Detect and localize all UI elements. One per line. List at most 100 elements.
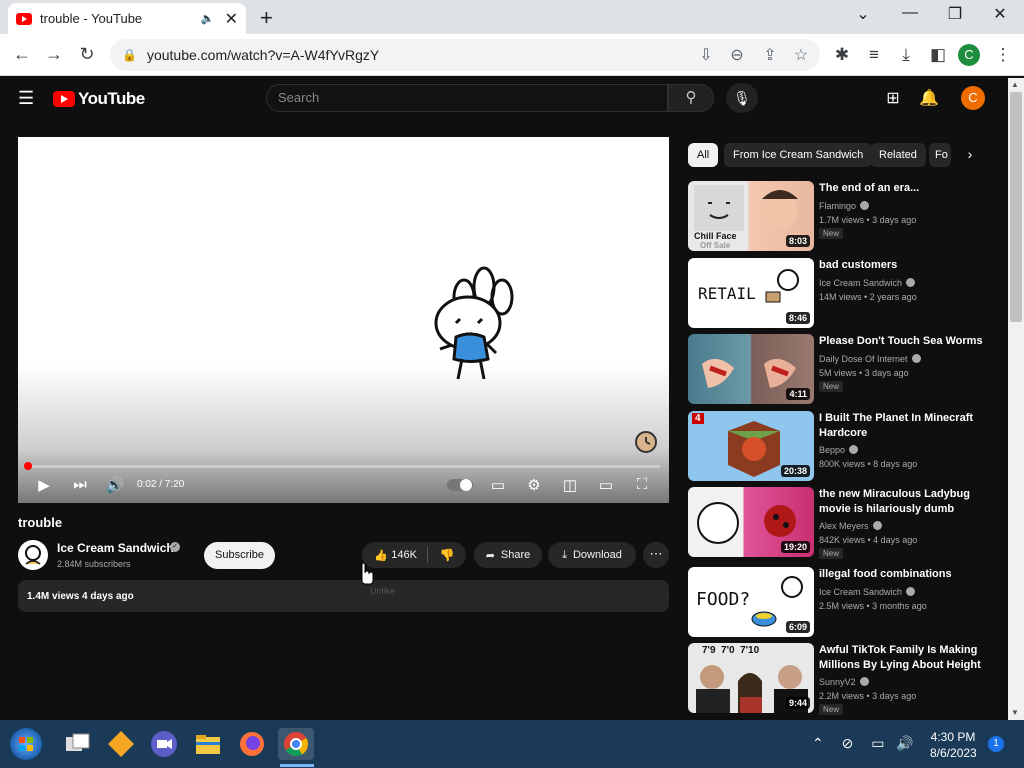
video-thumbnail[interactable]: 4:11 — [688, 334, 814, 404]
subtitles-icon[interactable]: ▭ — [486, 476, 510, 494]
video-thumbnail[interactable]: FOOD? 6:09 — [688, 567, 814, 637]
video-thumbnail[interactable]: Chill Face Off Sale 8:03 — [688, 181, 814, 251]
extensions-icon[interactable]: ✱ — [831, 45, 853, 65]
download-button[interactable]: ⤓ Download — [548, 542, 636, 568]
scroll-up-arrow-icon[interactable]: ▲ — [1011, 80, 1019, 89]
share-page-icon[interactable]: ⇪ — [760, 45, 780, 65]
recommendation-title[interactable]: illegal food combinations — [819, 567, 984, 582]
close-tab-icon[interactable]: ✕ — [225, 9, 238, 29]
chip-all[interactable]: All — [688, 143, 719, 167]
youtube-logo[interactable]: YouTube — [53, 89, 145, 109]
speaker-icon[interactable]: 🔊 — [896, 735, 913, 751]
media-control-icon[interactable]: ≡ — [863, 45, 885, 65]
notification-count-badge[interactable]: 1 — [988, 736, 1004, 752]
video-scrubber-handle[interactable] — [24, 462, 32, 470]
recommendation-item[interactable]: Chill Face Off Sale 8:03 The end of an e… — [688, 181, 998, 253]
recommendation-channel[interactable]: Ice Cream Sandwich — [819, 587, 916, 597]
miniplayer-icon[interactable]: ◫ — [558, 476, 582, 494]
show-hidden-icons-icon[interactable]: ⌃ — [812, 735, 824, 751]
close-window-button[interactable]: ✕ — [985, 4, 1015, 24]
recommendation-title[interactable]: the new Miraculous Ladybug movie is hila… — [819, 487, 984, 517]
downloads-icon[interactable]: ⤓ — [895, 45, 917, 65]
channel-avatar[interactable] — [18, 540, 48, 570]
like-button[interactable]: 👍 146K — [362, 547, 428, 563]
dislike-button[interactable]: 👎 — [428, 548, 466, 562]
new-tab-button[interactable]: + — [260, 5, 280, 31]
chip-from-channel[interactable]: From Ice Cream Sandwich — [724, 143, 873, 167]
share-button[interactable]: ➦ Share — [474, 542, 542, 568]
video-thumbnail[interactable]: 4 20:38 — [688, 411, 814, 481]
restore-button[interactable]: ❐ — [940, 4, 970, 24]
scroll-down-arrow-icon[interactable]: ▼ — [1011, 708, 1019, 717]
video-progress-bar[interactable] — [26, 465, 660, 468]
firefox-icon[interactable] — [236, 728, 268, 760]
profile-avatar[interactable]: C — [958, 44, 980, 66]
video-chat-app-icon[interactable] — [148, 728, 180, 760]
hamburger-menu-icon[interactable]: ☰ — [18, 88, 34, 109]
recommendation-item[interactable]: 19:20 the new Miraculous Ladybug movie i… — [688, 487, 998, 559]
taskbar-clock[interactable]: 4:30 PM 8/6/2023 — [930, 729, 977, 761]
voice-search-button[interactable]: 🎙 — [726, 83, 758, 113]
create-video-icon[interactable]: ⊞ — [883, 88, 903, 108]
recommendation-channel[interactable]: Beppo — [819, 445, 859, 455]
forward-icon[interactable]: → — [43, 44, 65, 65]
active-app-indicator — [280, 764, 314, 767]
next-video-icon[interactable]: ⏭ — [68, 476, 92, 493]
file-explorer-icon[interactable] — [192, 728, 224, 760]
more-actions-button[interactable]: ⋯ — [643, 542, 669, 568]
task-view-icon[interactable] — [61, 728, 93, 760]
chips-next-chevron-icon[interactable]: › — [960, 146, 980, 162]
video-thumbnail[interactable]: 7'9 7'0 7'10 9:44 — [688, 643, 814, 713]
recommendation-title[interactable]: bad customers — [819, 258, 984, 273]
recommendation-channel[interactable]: SunnyV2 — [819, 677, 869, 687]
app-diamond-icon[interactable] — [105, 728, 137, 760]
reload-icon[interactable]: ↻ — [76, 44, 98, 65]
channel-name[interactable]: Ice Cream Sandwich — [57, 541, 174, 555]
minimize-button[interactable]: — — [895, 4, 925, 22]
search-button[interactable]: ⚲ — [668, 84, 714, 112]
theater-mode-icon[interactable]: ▭ — [594, 476, 618, 494]
lock-icon[interactable]: 🔒 — [122, 48, 137, 62]
start-button[interactable] — [10, 728, 42, 760]
video-player[interactable] — [18, 137, 669, 503]
recommendation-title[interactable]: Awful TikTok Family Is Making Millions B… — [819, 643, 984, 673]
audio-playing-icon[interactable]: 🔈 — [201, 12, 215, 25]
chip-partial[interactable]: Fo — [929, 143, 951, 167]
recommendation-channel[interactable]: Alex Meyers — [819, 521, 882, 531]
network-off-icon[interactable]: ⊘ — [842, 735, 854, 751]
video-thumbnail[interactable]: RETAIL 8:46 — [688, 258, 814, 328]
settings-gear-icon[interactable]: ⚙ — [522, 476, 546, 494]
back-icon[interactable]: ← — [11, 44, 33, 65]
install-app-icon[interactable]: ⇩ — [696, 45, 716, 65]
recommendation-item[interactable]: RETAIL 8:46 bad customers Ice Cream Sand… — [688, 258, 998, 330]
side-panel-icon[interactable]: ◧ — [927, 45, 949, 65]
display-icon[interactable]: ▭ — [871, 735, 884, 751]
recommendation-channel[interactable]: Flamingo — [819, 201, 870, 211]
zoom-icon[interactable]: ⊖ — [727, 45, 747, 65]
fullscreen-icon[interactable]: ⛶ — [630, 476, 654, 493]
subscribe-button[interactable]: Subscribe — [204, 542, 275, 569]
search-input[interactable]: Search — [266, 84, 668, 112]
browser-tab[interactable]: trouble - YouTube 🔈 ✕ — [8, 3, 246, 34]
scrollbar-thumb[interactable] — [1010, 92, 1022, 322]
account-avatar[interactable]: C — [961, 86, 985, 110]
notifications-bell-icon[interactable]: 🔔 — [919, 88, 939, 108]
recommendation-channel[interactable]: Daily Dose Of Internet — [819, 354, 921, 364]
chrome-menu-icon[interactable]: ⋮ — [992, 45, 1014, 65]
recommendation-item[interactable]: 7'9 7'0 7'10 9:44 Awful TikTok Family Is… — [688, 643, 998, 715]
volume-icon[interactable]: 🔊 — [103, 476, 127, 494]
chrome-taskbar-icon[interactable] — [278, 728, 314, 760]
recommendation-title[interactable]: I Built The Planet In Minecraft Hardcore — [819, 411, 984, 441]
recommendation-title[interactable]: Please Don't Touch Sea Worms — [819, 334, 984, 349]
play-icon[interactable]: ▶ — [32, 476, 56, 494]
tab-search-icon[interactable]: ⌄ — [848, 4, 878, 24]
video-thumbnail[interactable]: 19:20 — [688, 487, 814, 557]
bookmark-star-icon[interactable]: ☆ — [791, 45, 811, 65]
recommendation-item[interactable]: 4:11 Please Don't Touch Sea Worms Daily … — [688, 334, 998, 406]
recommendation-title[interactable]: The end of an era... — [819, 181, 984, 196]
autoplay-toggle[interactable] — [447, 479, 473, 491]
recommendation-item[interactable]: 4 20:38 I Built The Planet In Minecraft … — [688, 411, 998, 483]
chip-related[interactable]: Related — [870, 143, 926, 167]
recommendation-channel[interactable]: Ice Cream Sandwich — [819, 278, 916, 288]
recommendation-item[interactable]: FOOD? 6:09 illegal food combinations Ice… — [688, 567, 998, 639]
